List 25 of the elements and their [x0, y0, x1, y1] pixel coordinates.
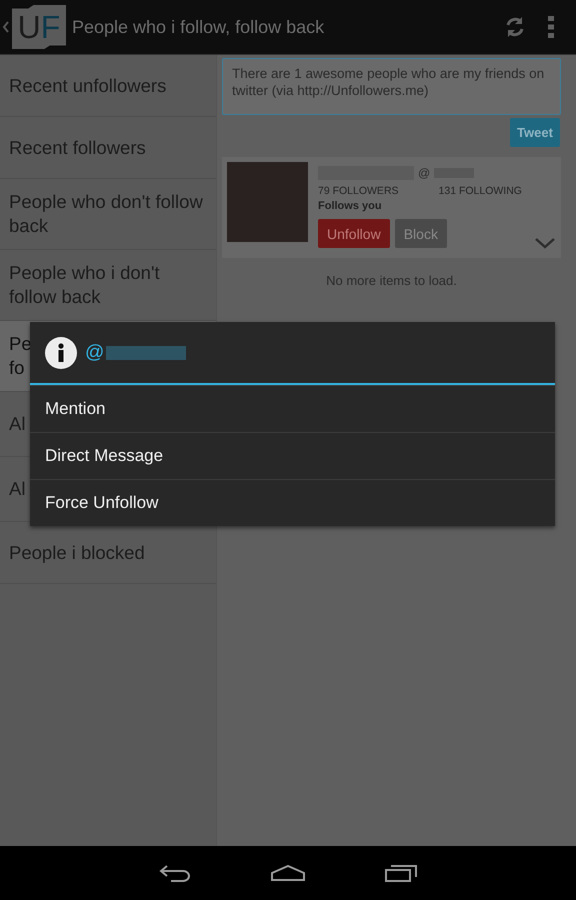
- dialog-menu-item[interactable]: Direct Message: [30, 432, 555, 479]
- info-icon: [45, 336, 77, 368]
- dialog-menu-item[interactable]: Force Unfollow: [30, 479, 555, 526]
- menu-item[interactable]: Recent followers: [0, 117, 216, 179]
- handle-prefix: @: [418, 166, 430, 180]
- dialog-title: @: [85, 342, 104, 364]
- follow-status: Follows you: [318, 200, 383, 212]
- following-count: 131 FOLLOWING: [438, 185, 522, 197]
- dialog-menu-item[interactable]: Mention: [30, 385, 555, 432]
- recent-apps-icon[interactable]: [385, 864, 417, 882]
- app-logo: UF: [12, 5, 66, 49]
- message-field[interactable]: There are 1 awesome people who are my friends on twitter (via http://Unfollowers.me): [222, 58, 561, 115]
- back-caret-icon[interactable]: [2, 20, 10, 34]
- action-button[interactable]: Unfollow: [318, 219, 390, 248]
- action-button[interactable]: Block: [394, 219, 447, 248]
- refresh-icon[interactable]: [504, 16, 526, 38]
- menu-item[interactable]: Recent unfollowers: [0, 55, 216, 117]
- chevron-down-icon[interactable]: [535, 238, 555, 249]
- back-icon[interactable]: [159, 864, 191, 882]
- followers-count: 79 FOLLOWERS: [318, 185, 399, 197]
- tweet-button[interactable]: Tweet: [510, 118, 560, 147]
- overflow-menu-icon[interactable]: [548, 16, 554, 38]
- home-icon[interactable]: [271, 865, 305, 881]
- menu-item[interactable]: People who don't follow back: [0, 179, 216, 250]
- screen-title: People who i follow, follow back: [72, 16, 326, 38]
